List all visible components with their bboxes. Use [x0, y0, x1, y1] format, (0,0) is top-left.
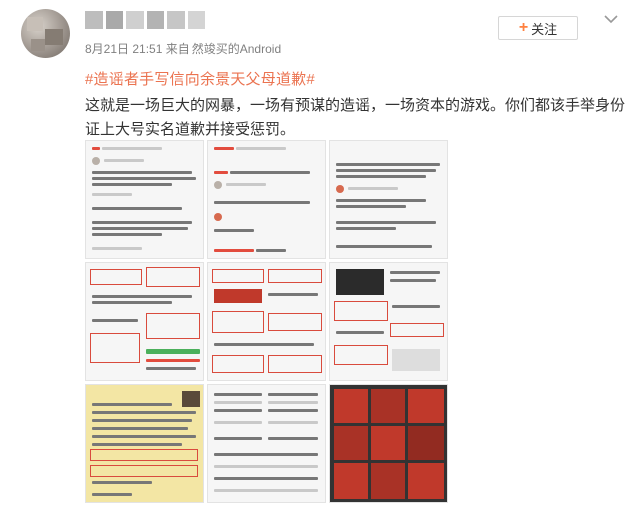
post-date[interactable]: 8月21日 21:51 — [85, 42, 162, 56]
post-text: 这就是一场巨大的网暴，一场有预谋的造谣，一场资本的游戏。你们都该手举身份证上大号… — [85, 97, 626, 138]
post-meta: 8月21日 21:51 来自 然竣买的Android — [85, 40, 281, 57]
post-image-7[interactable] — [85, 384, 204, 503]
post-image-6[interactable] — [329, 262, 448, 381]
source-prefix: 来自 — [165, 42, 190, 56]
post-source: 然竣买的Android — [191, 42, 282, 56]
plus-icon: + — [518, 19, 529, 36]
post-image-1[interactable] — [85, 140, 204, 259]
post-image-5[interactable] — [207, 262, 326, 381]
post-image-9[interactable] — [329, 384, 448, 503]
post-image-4[interactable] — [85, 262, 204, 381]
follow-label: 关注 — [531, 21, 558, 37]
avatar[interactable] — [21, 9, 70, 58]
hashtag-link[interactable]: #造谣者手写信向余景天父母道歉# — [85, 68, 315, 89]
follow-button[interactable]: + 关注 — [498, 16, 578, 40]
post-image-2[interactable] — [207, 140, 326, 259]
username-blurred[interactable] — [85, 11, 205, 29]
post-image-8[interactable] — [207, 384, 326, 503]
chevron-down-icon[interactable] — [604, 14, 618, 24]
post-image-3[interactable] — [329, 140, 448, 259]
